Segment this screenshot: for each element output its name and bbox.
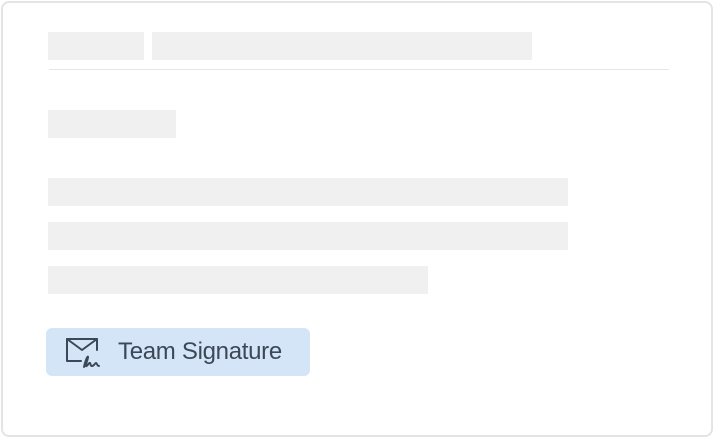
body-line-placeholder-2 — [48, 222, 568, 250]
envelope-signature-icon — [64, 335, 102, 369]
body-line-placeholder-1 — [48, 178, 568, 206]
header-divider — [49, 69, 669, 70]
body-line-placeholder-3 — [48, 266, 428, 294]
header-placeholder-short — [48, 32, 144, 60]
header-placeholder-long — [152, 32, 532, 60]
greeting-placeholder — [48, 110, 176, 138]
team-signature-badge[interactable]: Team Signature — [46, 328, 310, 376]
signature-label: Team Signature — [118, 338, 282, 365]
